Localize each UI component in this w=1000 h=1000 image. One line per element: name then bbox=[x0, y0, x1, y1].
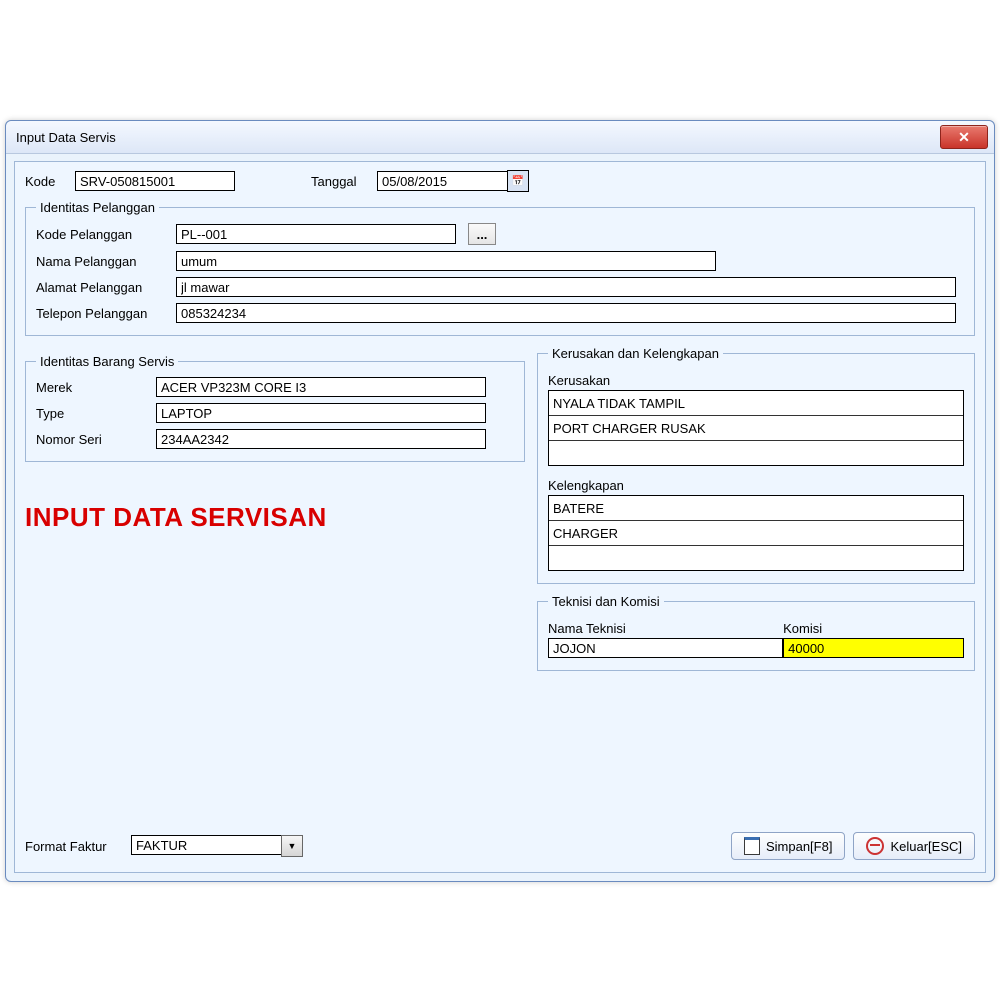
kk-legend: Kerusakan dan Kelengkapan bbox=[548, 346, 723, 361]
kode-pelanggan-label: Kode Pelanggan bbox=[36, 227, 176, 242]
kelengkapan-label: Kelengkapan bbox=[548, 478, 964, 493]
pelanggan-legend: Identitas Pelanggan bbox=[36, 200, 159, 215]
list-item[interactable]: NYALA TIDAK TAMPIL bbox=[549, 391, 963, 416]
alamat-pelanggan-label: Alamat Pelanggan bbox=[36, 280, 176, 295]
alamat-pelanggan-input[interactable] bbox=[176, 277, 956, 297]
list-item[interactable]: CHARGER bbox=[549, 521, 963, 546]
nomor-seri-label: Nomor Seri bbox=[36, 432, 156, 447]
komisi-label: Komisi bbox=[783, 621, 964, 636]
type-label: Type bbox=[36, 406, 156, 421]
calendar-icon[interactable]: 📅 bbox=[507, 170, 529, 192]
format-faktur-label: Format Faktur bbox=[25, 839, 125, 854]
teknisi-group: Teknisi dan Komisi Nama Teknisi Komisi bbox=[537, 594, 975, 671]
simpan-button[interactable]: Simpan[F8] bbox=[731, 832, 845, 860]
simpan-button-label: Simpan[F8] bbox=[766, 839, 832, 854]
list-item[interactable] bbox=[549, 546, 963, 570]
list-item[interactable]: BATERE bbox=[549, 496, 963, 521]
kerusakan-label: Kerusakan bbox=[548, 373, 964, 388]
nama-teknisi-input[interactable] bbox=[548, 638, 783, 658]
save-icon bbox=[744, 837, 760, 855]
telepon-pelanggan-input[interactable] bbox=[176, 303, 956, 323]
format-faktur-combo[interactable]: ▼ bbox=[131, 835, 303, 857]
nama-pelanggan-input[interactable] bbox=[176, 251, 716, 271]
barang-group: Identitas Barang Servis Merek Type Nomor… bbox=[25, 354, 525, 462]
teknisi-legend: Teknisi dan Komisi bbox=[548, 594, 664, 609]
footer-bar: Format Faktur ▼ Simpan[F8] Keluar[ESC] bbox=[25, 832, 975, 860]
pelanggan-group: Identitas Pelanggan Kode Pelanggan ... N… bbox=[25, 200, 975, 336]
nomor-seri-input[interactable] bbox=[156, 429, 486, 449]
tanggal-label: Tanggal bbox=[311, 174, 371, 189]
kerusakan-list[interactable]: NYALA TIDAK TAMPIL PORT CHARGER RUSAK bbox=[548, 390, 964, 466]
kerusakan-kelengkapan-group: Kerusakan dan Kelengkapan Kerusakan NYAL… bbox=[537, 346, 975, 584]
kelengkapan-list[interactable]: BATERE CHARGER bbox=[548, 495, 964, 571]
nama-pelanggan-label: Nama Pelanggan bbox=[36, 254, 176, 269]
nama-teknisi-label: Nama Teknisi bbox=[548, 621, 783, 636]
window-title: Input Data Servis bbox=[16, 130, 116, 145]
keluar-button-label: Keluar[ESC] bbox=[890, 839, 962, 854]
dialog-window: Input Data Servis ✕ Kode Tanggal 📅 Ident… bbox=[5, 120, 995, 882]
komisi-input[interactable] bbox=[783, 638, 964, 658]
list-item[interactable]: PORT CHARGER RUSAK bbox=[549, 416, 963, 441]
tanggal-picker: 📅 bbox=[377, 170, 529, 192]
browse-pelanggan-button[interactable]: ... bbox=[468, 223, 496, 245]
close-button[interactable]: ✕ bbox=[940, 125, 988, 149]
kode-label: Kode bbox=[25, 174, 69, 189]
merek-label: Merek bbox=[36, 380, 156, 395]
watermark-text: INPUT DATA SERVISAN bbox=[25, 502, 525, 533]
close-icon: ✕ bbox=[958, 130, 970, 144]
titlebar: Input Data Servis ✕ bbox=[6, 121, 994, 154]
client-area: Kode Tanggal 📅 Identitas Pelanggan Kode … bbox=[14, 161, 986, 873]
exit-icon bbox=[866, 837, 884, 855]
kode-input[interactable] bbox=[75, 171, 235, 191]
header-row: Kode Tanggal 📅 bbox=[25, 170, 975, 192]
tanggal-input[interactable] bbox=[377, 171, 507, 191]
telepon-pelanggan-label: Telepon Pelanggan bbox=[36, 306, 176, 321]
keluar-button[interactable]: Keluar[ESC] bbox=[853, 832, 975, 860]
merek-input[interactable] bbox=[156, 377, 486, 397]
barang-legend: Identitas Barang Servis bbox=[36, 354, 178, 369]
type-input[interactable] bbox=[156, 403, 486, 423]
chevron-down-icon[interactable]: ▼ bbox=[281, 835, 303, 857]
format-faktur-input[interactable] bbox=[131, 835, 281, 855]
kode-pelanggan-input[interactable] bbox=[176, 224, 456, 244]
list-item[interactable] bbox=[549, 441, 963, 465]
